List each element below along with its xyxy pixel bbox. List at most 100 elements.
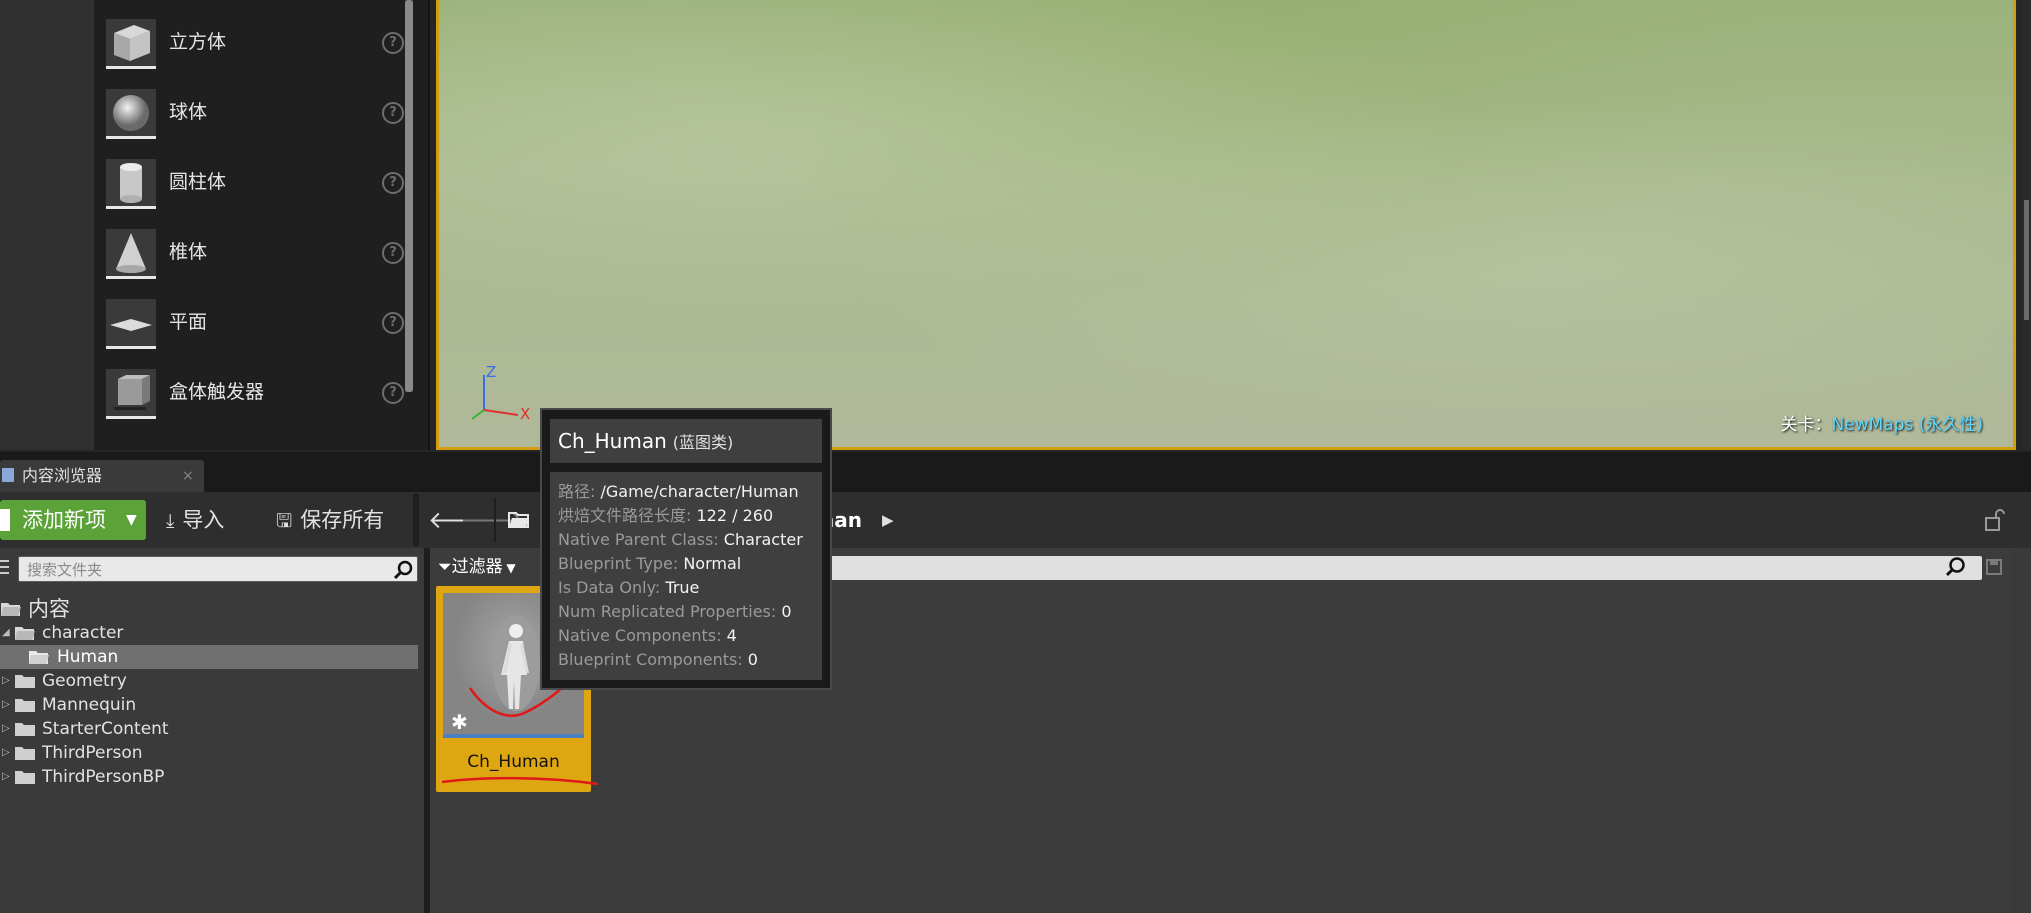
tooltip-value: True [665,578,700,597]
tooltip-value: 4 [726,626,737,645]
content-browser-tabbar [0,452,2031,492]
help-icon[interactable]: ? [382,102,404,124]
tooltip-row: Blueprint Type: Normal [558,552,822,576]
collapsed-arrow-icon[interactable]: ▷ [2,765,12,789]
tree-item-mannequin[interactable]: ▷ Mannequin [0,693,418,717]
add-new-button[interactable]: 添加新项 ▼ [0,500,146,540]
filter-button[interactable]: ⏷过滤器 ▼ [438,554,538,580]
level-viewport[interactable]: 关卡：NewMaps (永久性) [436,0,2016,450]
tree-item-label: 内容 [28,597,70,621]
search-icon[interactable] [1944,556,1966,578]
place-item-cylinder[interactable]: 圆柱体 ? [94,147,404,217]
help-icon[interactable]: ? [382,32,404,54]
tooltip-row: Native Components: 4 [558,624,822,648]
asset-name: Ch_Human [467,752,560,772]
tooltip-value: 0 [747,650,758,669]
place-item-sphere[interactable]: 球体 ? [94,77,404,147]
tab-label: 内容浏览器 [22,466,103,485]
left-gutter [0,0,94,450]
tooltip-value: Character [723,530,803,549]
tooltip-key: 路径: [558,482,596,501]
filter-icon: ⏷ [438,557,452,577]
asset-tooltip: Ch_Human (蓝图类) 路径: /Game/character/Human … [540,408,832,690]
tooltip-row: Blueprint Components: 0 [558,648,822,672]
tree-item-label: ThirdPerson [42,743,143,763]
place-item-label: 平面 [169,311,208,333]
place-item-label: 球体 [169,101,208,123]
place-item-plane[interactable]: 平面 ? [94,287,404,357]
level-name: NewMaps (永久性) [1831,415,1983,435]
place-item-cone[interactable]: 椎体 ? [94,217,404,287]
tree-item-thirdpersonbp[interactable]: ▷ ThirdPersonBP [0,765,418,789]
collapsed-arrow-icon[interactable]: ▷ [2,741,12,765]
close-icon[interactable]: × [182,460,194,492]
save-all-button[interactable]: 🖫 保存所有 [276,500,384,540]
tree-item-label: character [42,623,124,643]
folder-open-icon [1,603,21,616]
tooltip-key: 烘焙文件路径长度: [558,506,692,525]
folder-open-icon[interactable] [508,510,530,528]
folder-icon [15,747,35,760]
viewport-scrollbar-thumb[interactable] [2024,200,2029,320]
save-search-icon[interactable] [1984,556,2004,578]
tooltip-value: /Game/character/Human [600,482,799,501]
tree-item-human[interactable]: Human [0,645,418,669]
place-item-cube[interactable]: 立方体 ? [94,7,404,77]
tree-item-label: StarterContent [42,719,169,739]
lock-icon[interactable] [1984,508,2006,532]
forward-arrow-icon[interactable]: 🡒 [460,500,524,540]
collapsed-arrow-icon[interactable]: ▷ [2,717,12,741]
place-item-label: 立方体 [169,31,227,53]
tree-item-label: Mannequin [42,695,137,715]
new-document-icon [0,509,10,531]
folder-icon [15,723,35,736]
import-button[interactable]: ⤓ 导入 [166,500,224,540]
tree-item-character[interactable]: ◢ character [0,621,418,645]
tooltip-key: Blueprint Components: [558,650,743,669]
back-arrow-icon[interactable]: 🡐 [428,500,492,540]
search-icon[interactable] [393,560,413,580]
save-all-label: 保存所有 [300,508,385,532]
axis-x-label: X [520,405,530,423]
tree-item-label: Human [57,647,119,667]
tree-item-startercontent[interactable]: ▷ StarterContent [0,717,418,741]
tooltip-row: Is Data Only: True [558,576,822,600]
asterisk-icon: ✱ [451,710,468,734]
tooltip-row: 路径: /Game/character/Human [558,480,822,504]
place-panel-scrollbar-thumb[interactable] [405,0,413,392]
tooltip-value: 122 / 260 [696,506,774,525]
axis-gizmo: Z X [471,365,530,423]
search-folders-input[interactable] [25,557,389,583]
tree-item-geometry[interactable]: ▷ Geometry [0,669,418,693]
toolbar-separator [494,498,496,542]
tree-item-label: ThirdPersonBP [42,767,165,787]
collapsed-arrow-icon[interactable]: ▷ [2,669,12,693]
help-icon[interactable]: ? [382,242,404,264]
tree-item-content[interactable]: 内容 [0,597,418,621]
breadcrumb-arrow-icon[interactable]: ▶ [882,500,894,540]
tooltip-row: Num Replicated Properties: 0 [558,600,822,624]
add-new-label: 添加新项 [22,508,106,532]
expanded-arrow-icon[interactable]: ◢ [2,621,12,645]
tooltip-key: Blueprint Type: [558,554,679,573]
tooltip-body: 路径: /Game/character/Human 烘焙文件路径长度: 122 … [550,472,822,680]
cone-icon [106,229,156,279]
menu-icon[interactable] [0,556,10,578]
collapsed-arrow-icon[interactable]: ▷ [2,693,12,717]
folder-icon [15,771,35,784]
place-item-label: 圆柱体 [169,171,227,193]
plane-icon [106,299,156,349]
tree-item-thirdperson[interactable]: ▷ ThirdPerson [0,741,418,765]
asset-view-scrollbar[interactable] [2010,548,2031,913]
level-prefix: 关卡： [1780,415,1832,435]
tree-item-label: Geometry [42,671,127,691]
place-actors-panel: 立方体 ? 球体 ? 圆柱体 ? 椎体 ? 平面 ? 盒体触发器 ? [94,0,428,450]
tooltip-header: Ch_Human (蓝图类) [550,419,822,463]
chevron-down-icon: ▼ [126,512,137,528]
place-item-box-trigger[interactable]: 盒体触发器 ? [94,357,404,427]
tooltip-row: 烘焙文件路径长度: 122 / 260 [558,504,822,528]
tooltip-type: (蓝图类) [672,433,734,452]
help-icon[interactable]: ? [382,312,404,334]
help-icon[interactable]: ? [382,172,404,194]
help-icon[interactable]: ? [382,382,404,404]
